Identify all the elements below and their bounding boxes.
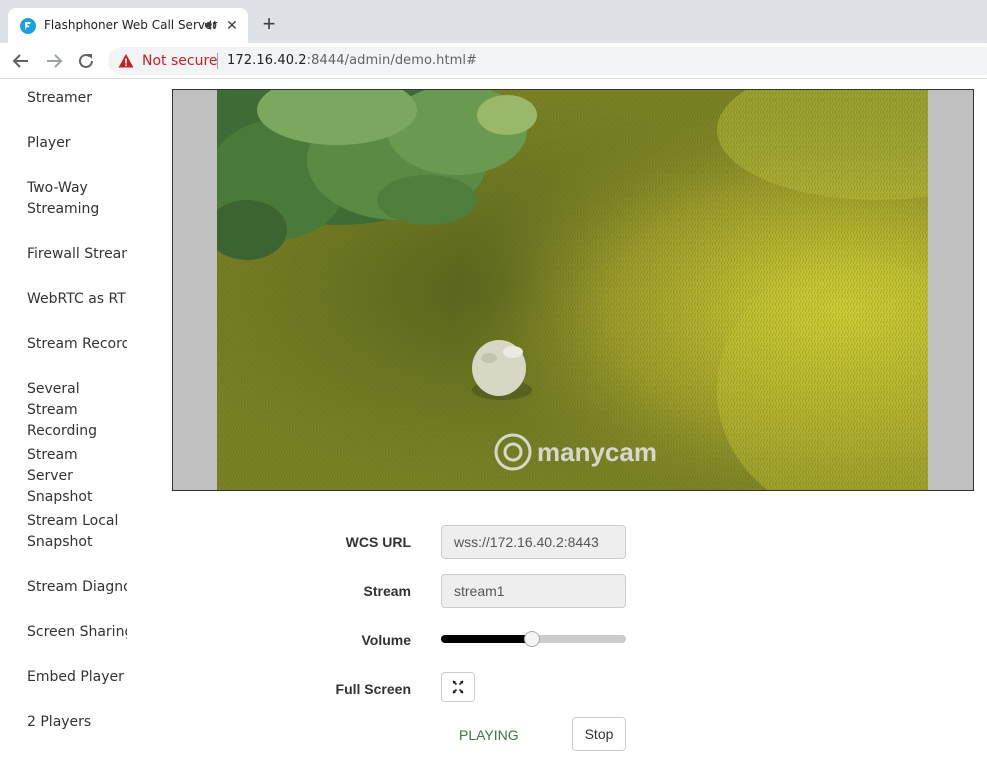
sidebar-item-player[interactable]: Player	[27, 133, 127, 154]
sidebar-item-screen-sharing[interactable]: Screen Sharing	[27, 622, 127, 643]
tab-title: Flashphoner Web Call Server	[44, 18, 218, 32]
video-display: manycam	[217, 90, 928, 490]
sidebar-item-stream-server-snapshot[interactable]: Stream Server Snapshot	[27, 445, 127, 508]
tab-strip: Flashphoner Web Call Server ✕ +	[0, 0, 987, 43]
browser-toolbar: Not secure 172.16.40.2:8444/admin/demo.h…	[0, 43, 987, 79]
plus-icon[interactable]: +	[258, 13, 280, 35]
stream-label: Stream	[363, 583, 411, 599]
stream-input[interactable]: stream1	[441, 574, 626, 608]
stop-button[interactable]: Stop	[572, 717, 626, 751]
sidebar-item-stream-recording[interactable]: Stream Recordi	[27, 334, 127, 355]
url-path: :8444/admin/demo.html#	[306, 53, 478, 68]
sidebar-item-firewall-stream[interactable]: Firewall Stream	[27, 244, 127, 265]
sidebar-item-embed-player[interactable]: Embed Player	[27, 667, 127, 688]
sidebar-item-stream-diagnostic[interactable]: Stream Diagno	[27, 577, 127, 598]
close-icon[interactable]: ✕	[224, 17, 240, 33]
address-bar[interactable]: Not secure 172.16.40.2:8444/admin/demo.h…	[108, 47, 987, 75]
playback-status: PLAYING	[459, 727, 519, 743]
video-player[interactable]: manycam	[172, 89, 974, 491]
browser-tab[interactable]: Flashphoner Web Call Server ✕	[8, 8, 248, 43]
sidebar-item-several-stream-recording[interactable]: Several Stream Recording	[27, 379, 127, 442]
sidebar-item-two-way-streaming[interactable]: Two-Way Streaming	[27, 178, 127, 220]
sidebar-item-streamer[interactable]: Streamer	[27, 88, 127, 109]
volume-slider-thumb[interactable]	[523, 631, 540, 647]
sidebar-item-2-players[interactable]: 2 Players	[27, 712, 127, 733]
forward-arrow-icon[interactable]	[43, 50, 65, 72]
flashphoner-favicon-icon	[20, 18, 36, 34]
volume-slider[interactable]	[441, 631, 626, 647]
volume-label: Volume	[361, 632, 411, 648]
wcs-url-input[interactable]: wss://172.16.40.2:8443	[441, 525, 626, 559]
url-host: 172.16.40.2	[227, 53, 307, 68]
url-text[interactable]: 172.16.40.2:8444/admin/demo.html#	[227, 53, 477, 68]
reload-icon[interactable]	[75, 50, 97, 72]
expand-icon	[452, 680, 464, 694]
sidebar-item-webrtc-as-rtmp[interactable]: WebRTC as RTM	[27, 289, 127, 310]
volume-slider-fill	[441, 635, 532, 643]
watermark-text: manycam	[537, 437, 657, 467]
video-frame-image: manycam	[217, 90, 928, 490]
speaker-icon[interactable]	[204, 18, 218, 32]
warning-icon[interactable]	[118, 53, 134, 69]
full-screen-label: Full Screen	[335, 681, 411, 697]
back-arrow-icon[interactable]	[10, 50, 32, 72]
wcs-url-label: WCS URL	[345, 534, 411, 550]
not-secure-label[interactable]: Not secure	[142, 53, 218, 69]
omnibox-divider	[217, 53, 218, 69]
sidebar-item-stream-local-snapshot[interactable]: Stream Local Snapshot	[27, 511, 127, 553]
demo-sidebar: Streamer Player Two-Way Streaming Firewa…	[0, 80, 160, 759]
full-screen-button[interactable]	[441, 672, 475, 702]
